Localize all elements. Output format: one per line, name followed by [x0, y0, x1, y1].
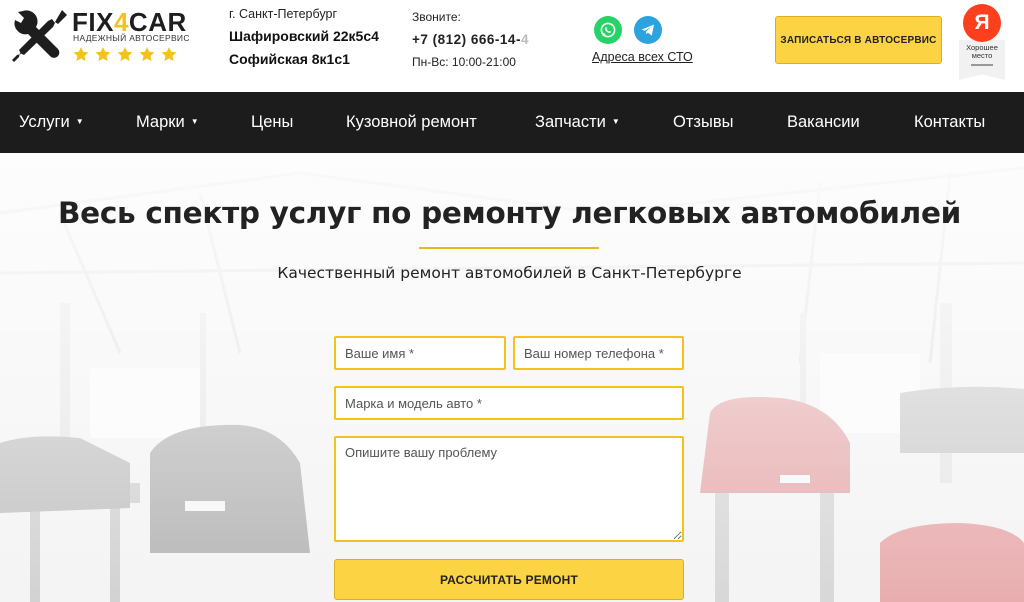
calculate-repair-button[interactable]: РАССЧИТАТЬ РЕМОНТ: [334, 559, 684, 600]
caret-down-icon: ▼: [75, 117, 84, 126]
car-model-input[interactable]: [334, 386, 684, 420]
address-block: г. Санкт-Петербург Шафировский 22к5с4 Со…: [229, 7, 379, 67]
caret-down-icon: ▼: [611, 117, 620, 126]
contacts-block: Звоните: +7 (812) 666-14-4 Пн-Вс: 10:00-…: [412, 10, 529, 69]
book-service-button[interactable]: ЗАПИСАТЬСЯ В АВТОСЕРВИС: [775, 16, 942, 64]
hero-title: Весь спектр услуг по ремонту легковых ав…: [57, 196, 962, 230]
brand-tagline: НАДЕЖНЫЙ АВТОСЕРВИС: [73, 33, 190, 43]
logo[interactable]: FIX4CAR НАДЕЖНЫЙ АВТОСЕРВИС: [10, 8, 190, 68]
nav-item-services[interactable]: Услуги ▼: [19, 92, 84, 153]
hero-subtitle: Качественный ремонт автомобилей в Санкт-…: [277, 264, 742, 282]
yandex-good-place-badge[interactable]: Я Хорошее место: [959, 2, 1007, 80]
call-label: Звоните:: [412, 10, 461, 24]
phone-input[interactable]: [513, 336, 684, 370]
nav-item-vacancies[interactable]: Вакансии: [787, 92, 860, 153]
site-header: FIX4CAR НАДЕЖНЫЙ АВТОСЕРВИС г. Санкт-Пет…: [0, 0, 1024, 92]
address-line-1: Шафировский 22к5с4: [229, 28, 379, 44]
brand-name: FIX4CAR: [72, 7, 187, 37]
telegram-icon[interactable]: [634, 16, 662, 44]
badge-text: Хорошее место: [966, 43, 998, 60]
main-nav: Услуги ▼ Марки ▼ Цены Кузовной ремонт Запч…: [0, 92, 1024, 153]
nav-item-reviews[interactable]: Отзывы: [673, 92, 733, 153]
wrench-and-screwdriver-icon: [12, 10, 67, 62]
nav-item-contacts[interactable]: Контакты: [914, 92, 985, 153]
rating-stars: [72, 46, 178, 63]
whatsapp-icon[interactable]: [594, 16, 622, 44]
star-icon: [117, 47, 133, 62]
phone-number[interactable]: +7 (812) 666-14-4: [412, 32, 529, 47]
problem-description-textarea[interactable]: [334, 436, 684, 542]
star-icon: [73, 47, 89, 62]
nav-item-prices[interactable]: Цены: [251, 92, 293, 153]
nav-item-body-repair[interactable]: Кузовной ремонт: [346, 92, 477, 153]
name-input[interactable]: [334, 336, 506, 370]
messengers-block: Адреса всех СТО: [592, 16, 693, 64]
nav-item-brands[interactable]: Марки ▼: [136, 92, 199, 153]
star-icon: [95, 47, 111, 62]
star-icon: [139, 47, 155, 62]
star-icon: [161, 47, 177, 62]
caret-down-icon: ▼: [190, 117, 199, 126]
all-locations-link[interactable]: Адреса всех СТО: [592, 50, 693, 64]
working-hours: Пн-Вс: 10:00-21:00: [412, 55, 516, 69]
nav-item-parts[interactable]: Запчасти ▼: [535, 92, 620, 153]
address-line-2: Софийская 8к1с1: [229, 51, 350, 67]
address-city: г. Санкт-Петербург: [229, 7, 338, 21]
badge-divider: [971, 64, 993, 66]
yandex-logo-icon: Я: [963, 4, 1001, 42]
hero-section: Весь спектр услуг по ремонту легковых ав…: [0, 153, 1024, 602]
title-divider: [419, 247, 599, 249]
